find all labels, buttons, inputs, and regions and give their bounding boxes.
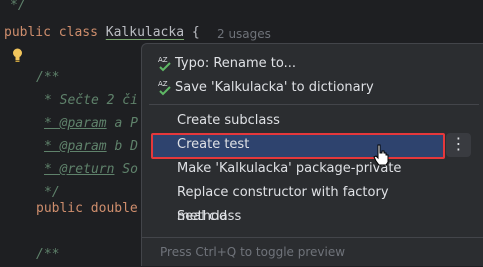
lightbulb-icon[interactable] — [12, 48, 23, 63]
javadoc-tag: * @return — [44, 162, 115, 177]
svg-text:AZ: AZ — [158, 80, 168, 88]
menu-item-label: Typo: Rename to... — [175, 56, 296, 71]
javadoc-tag: * @param — [44, 139, 107, 154]
code-line: * @param a P — [44, 112, 138, 136]
usages-hint[interactable]: 2 usages — [217, 24, 271, 44]
menu-item-label: Make 'Kalkulacka' package-private — [177, 161, 402, 176]
comment-text: */ — [10, 0, 26, 13]
spellcheck-icon: AZ — [158, 80, 171, 96]
hand-cursor-icon — [373, 144, 389, 166]
menu-item-label: Create test — [177, 137, 250, 152]
menu-item-create-subclass[interactable]: Create subclass — [149, 109, 440, 133]
kebab-icon: ⋮ — [450, 134, 467, 153]
comment-text: a P — [106, 116, 138, 131]
menu-item-replace-constructor[interactable]: Replace constructor with factory method — [149, 181, 440, 224]
code-line: public double — [36, 197, 138, 221]
comment-text: So — [114, 162, 138, 177]
menu-item-make-package-private[interactable]: Make 'Kalkulacka' package-private — [149, 157, 440, 181]
keyword: class — [58, 25, 98, 40]
intention-actions-popup: AZ Typo: Rename to... AZ Save 'Kalkulack… — [141, 43, 483, 266]
code-line: */ — [10, 0, 26, 18]
keyword: public double — [36, 201, 138, 216]
code-line: * Sečte 2 či — [44, 89, 138, 113]
spellcheck-icon: AZ — [158, 56, 171, 72]
code-line: * @return So — [44, 158, 138, 182]
class-declaration-line: public class Kalkulacka { — [4, 21, 200, 45]
menu-item-label: Create subclass — [177, 113, 280, 128]
comment-text: /** — [36, 70, 60, 85]
code-line: /** — [36, 66, 59, 90]
code-line: /** — [36, 243, 59, 267]
menu-separator — [149, 104, 479, 105]
popup-footer: Press Ctrl+Q to toggle preview — [142, 237, 483, 267]
menu-item-typo-rename[interactable]: AZ Typo: Rename to... — [149, 52, 440, 76]
svg-text:AZ: AZ — [158, 56, 168, 64]
code-line: * @param b D — [44, 135, 138, 159]
menu-item-label: Seal class — [177, 209, 242, 224]
comment-text: b D — [106, 139, 138, 154]
brace: { — [191, 25, 200, 40]
javadoc-tag: * @param — [44, 116, 107, 131]
menu-item-create-test[interactable]: Create test — [149, 133, 440, 157]
class-name[interactable]: Kalkulacka — [106, 25, 184, 40]
more-options-button[interactable]: ⋮ — [446, 133, 471, 157]
menu-item-save-dictionary[interactable]: AZ Save 'Kalkulacka' to dictionary — [149, 76, 440, 100]
comment-text: * Sečte 2 či — [44, 93, 138, 108]
keyword: public — [4, 25, 51, 40]
menu-item-label: Save 'Kalkulacka' to dictionary — [175, 80, 374, 95]
comment-text: /** — [36, 247, 60, 262]
menu-item-seal-class[interactable]: Seal class — [149, 205, 440, 229]
